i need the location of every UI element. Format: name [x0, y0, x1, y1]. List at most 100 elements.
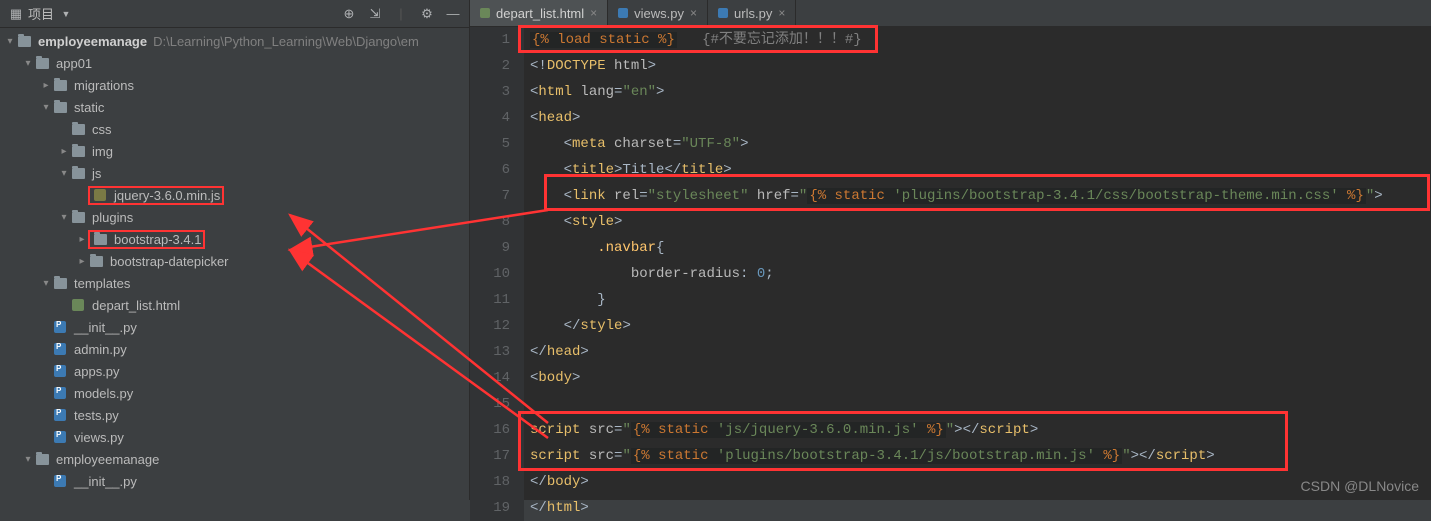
tree-item[interactable]: views.py: [0, 426, 469, 448]
line-number: 19: [470, 495, 510, 521]
close-icon[interactable]: ×: [590, 6, 597, 20]
tree-item[interactable]: __init__.py: [0, 470, 469, 492]
chevron-down-icon[interactable]: ▾: [22, 58, 34, 69]
tree-item[interactable]: ▾ app01: [0, 52, 469, 74]
editor-tab[interactable]: views.py×: [608, 0, 708, 26]
code-line[interactable]: <link rel="stylesheet" href="{% static '…: [530, 183, 1431, 209]
tree-item[interactable]: depart_list.html: [0, 294, 469, 316]
gear-icon[interactable]: ⚙: [419, 6, 435, 22]
expand-icon[interactable]: ⇲: [367, 6, 383, 22]
tree-label: __init__.py: [74, 474, 137, 489]
chevron-down-icon[interactable]: ▾: [40, 278, 52, 289]
tree-label: models.py: [74, 386, 133, 401]
target-icon[interactable]: ⊕: [341, 6, 357, 22]
folder-icon: [52, 78, 68, 92]
chevron-down-icon[interactable]: ▾: [58, 168, 70, 179]
chevron-right-icon[interactable]: ▸: [76, 256, 88, 267]
code-line[interactable]: <title>Title</title>: [530, 157, 1431, 183]
code-line[interactable]: </body>: [530, 469, 1431, 495]
tree-item[interactable]: admin.py: [0, 338, 469, 360]
line-number: 8: [470, 209, 510, 235]
code-line[interactable]: border-radius: 0;: [530, 261, 1431, 287]
tree-item[interactable]: apps.py: [0, 360, 469, 382]
tree-item[interactable]: jquery-3.6.0.min.js: [0, 184, 469, 206]
code-line[interactable]: [530, 391, 1431, 417]
tree-item[interactable]: ▸ migrations: [0, 74, 469, 96]
chevron-right-icon[interactable]: ▸: [40, 80, 52, 91]
chevron-down-icon[interactable]: ▾: [58, 212, 70, 223]
code-line[interactable]: script src="{% static 'js/jquery-3.6.0.m…: [530, 417, 1431, 443]
editor-tab[interactable]: depart_list.html×: [470, 0, 608, 26]
dropdown-icon[interactable]: ▼: [58, 6, 74, 22]
tree-item[interactable]: ▸img: [0, 140, 469, 162]
close-icon[interactable]: ×: [778, 6, 785, 20]
file-type-icon: [480, 8, 490, 18]
pyfile-icon: [52, 408, 68, 422]
line-number: 12: [470, 313, 510, 339]
watermark: CSDN @DLNovice: [1301, 478, 1419, 494]
close-icon[interactable]: ×: [690, 6, 697, 20]
code-line[interactable]: script src="{% static 'plugins/bootstrap…: [530, 443, 1431, 469]
tree-item[interactable]: ▾ employeemanage: [0, 448, 469, 470]
code-line[interactable]: <html lang="en">: [530, 79, 1431, 105]
code[interactable]: {% load static %} {#不要忘记添加！！！#}<!DOCTYPE…: [524, 27, 1431, 521]
chevron-right-icon[interactable]: ▸: [58, 146, 70, 157]
tree-item[interactable]: css: [0, 118, 469, 140]
code-line[interactable]: </head>: [530, 339, 1431, 365]
htmlfile-icon: [70, 298, 86, 312]
code-line[interactable]: .navbar{: [530, 235, 1431, 261]
tree-item[interactable]: ▾templates: [0, 272, 469, 294]
tree-item[interactable]: __init__.py: [0, 316, 469, 338]
folder-icon: [34, 56, 50, 70]
line-number: 2: [470, 53, 510, 79]
editor-tab[interactable]: urls.py ×: [708, 0, 796, 26]
project-icon: ▦: [8, 6, 24, 22]
file-type-icon: [718, 8, 728, 18]
code-area[interactable]: 12345678910111213141516171819 {% load st…: [470, 27, 1431, 521]
line-number: 11: [470, 287, 510, 313]
code-line[interactable]: <body>: [530, 365, 1431, 391]
folder-icon: [34, 452, 50, 466]
line-number: 7: [470, 183, 510, 209]
tree-label: employeemanage: [56, 452, 159, 467]
chevron-right-icon[interactable]: ▸: [76, 234, 88, 245]
code-line[interactable]: {% load static %} {#不要忘记添加！！！#}: [530, 27, 1431, 53]
line-number: 5: [470, 131, 510, 157]
tree-label: migrations: [74, 78, 134, 93]
code-line[interactable]: }: [530, 287, 1431, 313]
tree-item[interactable]: ▾ js: [0, 162, 469, 184]
code-line[interactable]: </html>: [530, 495, 1431, 521]
folder-icon: [70, 122, 86, 136]
tree-label: app01: [56, 56, 92, 71]
code-line[interactable]: <head>: [530, 105, 1431, 131]
tree-label: js: [92, 166, 101, 181]
tab-label: urls.py: [734, 6, 772, 21]
tree-item[interactable]: ▾plugins: [0, 206, 469, 228]
jsfile-icon: [92, 188, 108, 202]
chevron-down-icon[interactable]: ▾: [4, 36, 16, 47]
hide-icon[interactable]: —: [445, 6, 461, 22]
code-line[interactable]: <!DOCTYPE html>: [530, 53, 1431, 79]
project-tree: ▾ employeemanage D:\Learning\Python_Lear…: [0, 28, 469, 500]
chevron-down-icon[interactable]: ▾: [40, 102, 52, 113]
code-line[interactable]: <meta charset="UTF-8">: [530, 131, 1431, 157]
tree-root[interactable]: ▾ employeemanage D:\Learning\Python_Lear…: [0, 30, 469, 52]
tree-label: bootstrap-3.4.1: [114, 232, 201, 247]
line-number: 18: [470, 469, 510, 495]
tree-item[interactable]: ▾static: [0, 96, 469, 118]
tree-label: css: [92, 122, 112, 137]
pyfile-icon: [52, 474, 68, 488]
code-line[interactable]: </style>: [530, 313, 1431, 339]
line-number: 16: [470, 417, 510, 443]
code-line[interactable]: <style>: [530, 209, 1431, 235]
tree-label: admin.py: [74, 342, 127, 357]
tree-item[interactable]: ▸bootstrap-datepicker: [0, 250, 469, 272]
divider-icon: |: [393, 6, 409, 22]
pyfile-icon: [52, 320, 68, 334]
tree-item[interactable]: models.py: [0, 382, 469, 404]
tree-item[interactable]: ▸ bootstrap-3.4.1: [0, 228, 469, 250]
editor-pane: depart_list.html×views.py×urls.py× 12345…: [470, 0, 1431, 500]
chevron-down-icon[interactable]: ▾: [22, 454, 34, 465]
root-name: employeemanage: [38, 34, 147, 49]
tree-item[interactable]: tests.py: [0, 404, 469, 426]
